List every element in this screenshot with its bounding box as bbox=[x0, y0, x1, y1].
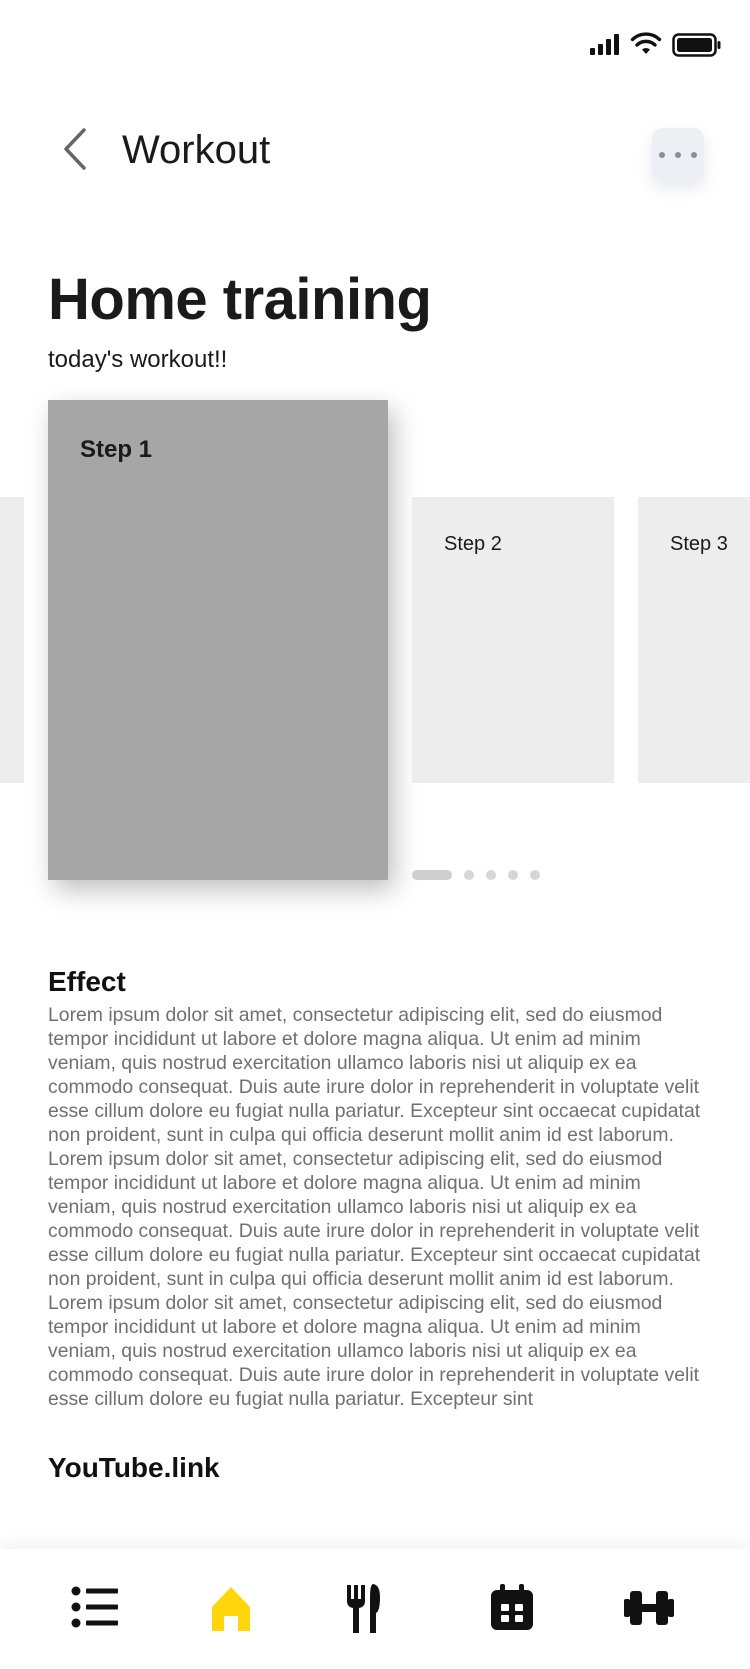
more-dot-icon bbox=[675, 152, 681, 158]
calendar-icon bbox=[491, 1584, 533, 1630]
carousel-pagination bbox=[412, 870, 552, 880]
app-header: Workout bbox=[0, 110, 750, 190]
more-dot-icon bbox=[659, 152, 665, 158]
page-title: Home training bbox=[48, 267, 432, 332]
carousel-card-active[interactable]: Step 1 bbox=[48, 400, 388, 880]
effect-heading: Effect bbox=[48, 966, 126, 997]
pagination-dot[interactable] bbox=[464, 870, 474, 880]
youtube-link[interactable]: YouTube.link bbox=[48, 1452, 220, 1484]
chevron-left-icon bbox=[64, 128, 86, 170]
carousel-card[interactable]: Step 2 bbox=[412, 497, 614, 783]
fork-knife-icon bbox=[347, 1584, 380, 1633]
more-dot-icon bbox=[691, 152, 697, 158]
back-button[interactable] bbox=[56, 124, 96, 174]
list-icon bbox=[71, 1586, 118, 1628]
card-label: Step 2 bbox=[444, 533, 502, 555]
wifi-icon bbox=[630, 32, 662, 54]
tab-list[interactable] bbox=[68, 1583, 128, 1637]
battery-icon bbox=[672, 33, 721, 57]
home-icon bbox=[212, 1587, 250, 1631]
card-label: Step 3 bbox=[670, 533, 728, 555]
tab-workout[interactable] bbox=[624, 1583, 684, 1637]
pagination-dot[interactable] bbox=[486, 870, 496, 880]
carousel-card-previous[interactable] bbox=[0, 497, 24, 783]
header-title: Workout bbox=[122, 128, 271, 172]
dumbbell-icon bbox=[624, 1591, 674, 1625]
pagination-dot-active[interactable] bbox=[412, 870, 452, 880]
pagination-dot[interactable] bbox=[508, 870, 518, 880]
pagination-dot[interactable] bbox=[530, 870, 540, 880]
carousel-card[interactable]: Step 3 bbox=[638, 497, 750, 783]
tab-home[interactable] bbox=[206, 1583, 266, 1637]
effect-description: Lorem ipsum dolor sit amet, consectetur … bbox=[48, 1004, 701, 1410]
page-subtitle: today's workout!! bbox=[48, 346, 228, 373]
tab-meals[interactable] bbox=[344, 1583, 404, 1637]
signal-icon bbox=[590, 34, 619, 55]
card-label: Step 1 bbox=[80, 436, 153, 463]
more-options-button[interactable] bbox=[652, 128, 704, 180]
status-bar bbox=[570, 30, 730, 60]
tab-calendar[interactable] bbox=[490, 1583, 550, 1637]
bottom-tab-bar bbox=[0, 1549, 750, 1669]
